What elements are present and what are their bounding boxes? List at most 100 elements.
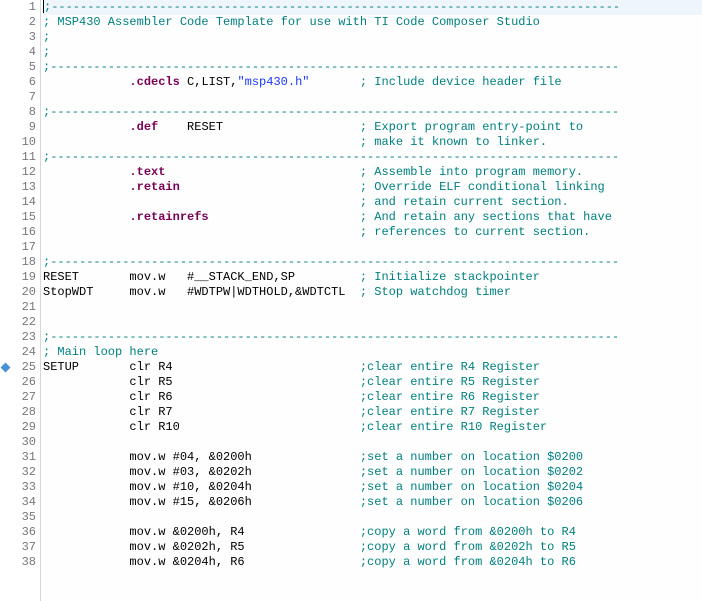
marker-slot <box>0 540 10 555</box>
code-line[interactable]: ; and retain current section. <box>43 195 702 210</box>
code-line[interactable]: ; make it known to linker. <box>43 135 702 150</box>
code-line[interactable]: mov.w &0204h, R6 ;copy a word from &0204… <box>43 555 702 570</box>
code-text <box>43 165 129 179</box>
comment-text: ;copy a word from &0202h to R5 <box>360 540 576 554</box>
marker-slot <box>0 390 10 405</box>
marker-slot <box>0 345 10 360</box>
code-text: clr R10 <box>43 420 360 434</box>
line-number: 13 <box>10 180 36 195</box>
line-number: 15 <box>10 210 36 225</box>
code-line[interactable]: .retainrefs ; And retain any sections th… <box>43 210 702 225</box>
code-line[interactable] <box>43 435 702 450</box>
code-line[interactable]: .text ; Assemble into program memory. <box>43 165 702 180</box>
line-number: 35 <box>10 510 36 525</box>
code-editor[interactable]: 1234567891011121314151617181920212223242… <box>0 0 702 601</box>
code-line[interactable] <box>43 90 702 105</box>
comment-text: ;---------------------------------------… <box>44 0 620 14</box>
code-line[interactable]: StopWDT mov.w #WDTPW|WDTHOLD,&WDTCTL ; S… <box>43 285 702 300</box>
code-line[interactable]: ;---------------------------------------… <box>43 60 702 75</box>
marker-slot <box>0 225 10 240</box>
marker-slot <box>0 120 10 135</box>
code-text: mov.w #10, &0204h <box>43 480 360 494</box>
directive-text: .text <box>129 165 165 179</box>
line-number: 4 <box>10 45 36 60</box>
code-text <box>43 120 129 134</box>
comment-text: ; Export program entry-point to <box>360 120 583 134</box>
line-number: 29 <box>10 420 36 435</box>
code-text: mov.w &0202h, R5 <box>43 540 360 554</box>
code-text: SETUP clr R4 <box>43 360 360 374</box>
marker-slot <box>0 285 10 300</box>
code-line[interactable]: clr R5 ;clear entire R5 Register <box>43 375 702 390</box>
code-line[interactable]: ;---------------------------------------… <box>43 150 702 165</box>
marker-slot <box>0 435 10 450</box>
code-line[interactable]: .def RESET ; Export program entry-point … <box>43 120 702 135</box>
code-line[interactable]: clr R7 ;clear entire R7 Register <box>43 405 702 420</box>
line-number: 7 <box>10 90 36 105</box>
code-line[interactable]: ; references to current section. <box>43 225 702 240</box>
code-line[interactable]: mov.w #03, &0202h ;set a number on locat… <box>43 465 702 480</box>
marker-slot <box>0 270 10 285</box>
comment-text: ;set a number on location $0206 <box>360 495 583 509</box>
code-line[interactable]: RESET mov.w #__STACK_END,SP ; Initialize… <box>43 270 702 285</box>
code-text: clr R7 <box>43 405 360 419</box>
code-line[interactable]: clr R6 ;clear entire R6 Register <box>43 390 702 405</box>
code-line[interactable]: ; <box>43 30 702 45</box>
code-line[interactable] <box>43 510 702 525</box>
line-number: 16 <box>10 225 36 240</box>
marker-slot <box>0 315 10 330</box>
comment-text: ; references to current section. <box>360 225 590 239</box>
comment-text: ;clear entire R7 Register <box>360 405 540 419</box>
comment-text: ;clear entire R10 Register <box>360 420 547 434</box>
comment-text: ; and retain current section. <box>360 195 569 209</box>
marker-slot <box>0 105 10 120</box>
code-text: mov.w &0200h, R4 <box>43 525 360 539</box>
code-text: mov.w #04, &0200h <box>43 450 360 464</box>
comment-text: ; Stop watchdog timer <box>360 285 511 299</box>
comment-text: ;---------------------------------------… <box>43 60 619 74</box>
code-line[interactable]: SETUP clr R4 ;clear entire R4 Register <box>43 360 702 375</box>
code-line[interactable] <box>43 300 702 315</box>
code-line[interactable]: ; <box>43 45 702 60</box>
comment-text: ;copy a word from &0200h to R4 <box>360 525 576 539</box>
marker-slot <box>0 165 10 180</box>
comment-text: ; Assemble into program memory. <box>360 165 583 179</box>
line-number: 19 <box>10 270 36 285</box>
comment-text: ;set a number on location $0200 <box>360 450 583 464</box>
code-line[interactable]: ; MSP430 Assembler Code Template for use… <box>43 15 702 30</box>
line-number: 33 <box>10 480 36 495</box>
line-number: 5 <box>10 60 36 75</box>
marker-slot <box>0 255 10 270</box>
marker-slot <box>0 450 10 465</box>
code-text <box>43 195 360 209</box>
code-line[interactable]: clr R10 ;clear entire R10 Register <box>43 420 702 435</box>
code-line[interactable] <box>43 240 702 255</box>
line-number: 8 <box>10 105 36 120</box>
code-line[interactable]: mov.w &0202h, R5 ;copy a word from &0202… <box>43 540 702 555</box>
code-line[interactable]: ; Main loop here <box>43 345 702 360</box>
code-line[interactable]: .retain ; Override ELF conditional linki… <box>43 180 702 195</box>
code-area[interactable]: ;---------------------------------------… <box>41 0 702 601</box>
code-line[interactable]: ;---------------------------------------… <box>43 255 702 270</box>
line-number: 28 <box>10 405 36 420</box>
comment-text: ; Main loop here <box>43 345 158 359</box>
code-line[interactable]: mov.w #15, &0206h ;set a number on locat… <box>43 495 702 510</box>
line-number: 2 <box>10 15 36 30</box>
code-line[interactable]: mov.w &0200h, R4 ;copy a word from &0200… <box>43 525 702 540</box>
marker-slot <box>0 465 10 480</box>
code-line[interactable]: .cdecls C,LIST,"msp430.h" ; Include devi… <box>43 75 702 90</box>
code-line[interactable]: ;---------------------------------------… <box>43 105 702 120</box>
line-number: 27 <box>10 390 36 405</box>
marker-slot <box>0 480 10 495</box>
marker-slot <box>0 360 10 375</box>
comment-text: ;---------------------------------------… <box>43 105 619 119</box>
code-text <box>180 180 360 194</box>
code-line[interactable]: ;---------------------------------------… <box>43 0 702 15</box>
code-line[interactable]: mov.w #10, &0204h ;set a number on locat… <box>43 480 702 495</box>
line-number: 26 <box>10 375 36 390</box>
code-line[interactable] <box>43 315 702 330</box>
code-line[interactable]: mov.w #04, &0200h ;set a number on locat… <box>43 450 702 465</box>
code-line[interactable]: ;---------------------------------------… <box>43 330 702 345</box>
marker-slot <box>0 330 10 345</box>
line-number: 12 <box>10 165 36 180</box>
